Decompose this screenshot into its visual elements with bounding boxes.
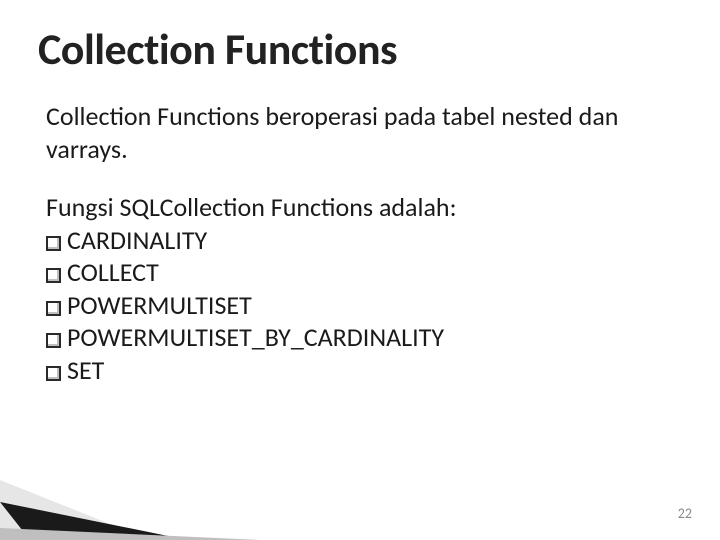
square-bullet-icon	[46, 236, 61, 251]
slide-body: Collection Functions beroperasi pada tab…	[38, 100, 682, 386]
list-item: POWERMULTISET_BY_CARDINALITY	[46, 321, 682, 354]
item-label: POWERMULTISET	[67, 289, 252, 322]
list-item: COLLECT	[46, 256, 682, 289]
square-bullet-icon	[46, 366, 61, 381]
list-item: CARDINALITY	[46, 224, 682, 257]
item-label: SET	[67, 354, 104, 387]
function-list: Fungsi SQLCollection Functions adalah: C…	[38, 191, 682, 386]
item-label: COLLECT	[67, 256, 159, 289]
corner-decoration-icon	[0, 480, 260, 540]
item-label: CARDINALITY	[67, 224, 207, 257]
slide-title: Collection Functions	[38, 22, 682, 76]
page-number: 22	[678, 505, 692, 522]
item-label: POWERMULTISET_BY_CARDINALITY	[67, 321, 444, 354]
list-item: POWERMULTISET	[46, 289, 682, 322]
slide: Collection Functions Collection Function…	[0, 0, 720, 540]
list-item: SET	[46, 354, 682, 387]
square-bullet-icon	[46, 333, 61, 348]
list-intro: Fungsi SQLCollection Functions adalah:	[46, 191, 682, 224]
square-bullet-icon	[46, 268, 61, 283]
square-bullet-icon	[46, 301, 61, 316]
intro-paragraph: Collection Functions beroperasi pada tab…	[38, 100, 682, 165]
